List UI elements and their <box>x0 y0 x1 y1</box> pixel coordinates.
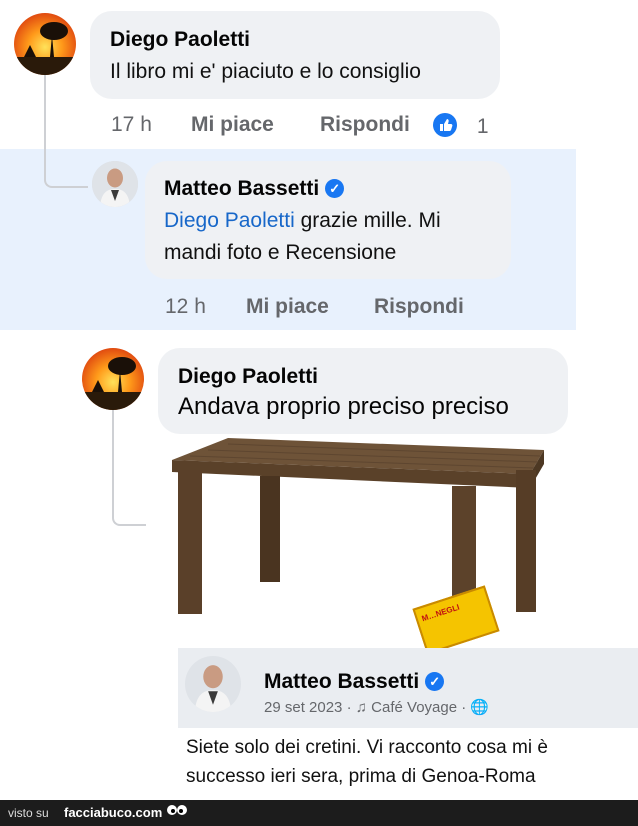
person-avatar-icon <box>185 656 241 712</box>
post-text-line: Siete solo dei cretini. Vi racconto cosa… <box>186 737 548 758</box>
avatar[interactable] <box>14 13 76 75</box>
comment-text: Il libro mi e' piaciuto e lo consiglio <box>110 60 421 83</box>
globe-icon: 🌐 <box>470 699 490 716</box>
watermark-site[interactable]: facciabuco.com <box>64 805 162 820</box>
comment-time[interactable]: 12 h <box>165 295 206 319</box>
author-name: Matteo Bassetti <box>264 670 420 693</box>
thumbs-up-icon <box>433 113 457 137</box>
post-author[interactable]: Matteo Bassetti ✓ <box>264 670 445 694</box>
comment-text-line: mandi foto e Recensione <box>164 241 397 264</box>
avatar[interactable] <box>82 348 144 410</box>
music-title[interactable]: Café Voyage <box>371 699 457 716</box>
comment-bubble[interactable]: Matteo Bassetti ✓ Diego Paoletti grazie m… <box>145 161 511 279</box>
person-avatar-icon <box>92 161 138 207</box>
like-label: Mi piace <box>191 113 274 136</box>
separator: · <box>346 699 356 716</box>
post-meta: 29 set 2023 · ♫ Café Voyage · 🌐 <box>264 698 489 716</box>
reply-label: Rispondi <box>320 113 410 136</box>
comment-text: Diego Paoletti grazie mille. Mi mandi fo… <box>164 205 504 269</box>
post-text-line: successo ieri sera, prima di Genoa-Roma <box>186 766 536 787</box>
reply-button[interactable]: Rispondi <box>320 113 410 137</box>
comment-author[interactable]: Diego Paoletti <box>110 28 250 52</box>
thread-connector-line <box>112 408 146 526</box>
like-button[interactable]: Mi piace <box>246 295 329 319</box>
sunset-tree-avatar-icon <box>82 348 144 410</box>
author-name: Matteo Bassetti <box>164 177 320 200</box>
music-note-icon: ♫ <box>355 699 367 716</box>
sunset-tree-avatar-icon <box>14 13 76 75</box>
reply-label: Rispondi <box>374 295 464 318</box>
verified-badge-icon: ✓ <box>425 672 445 691</box>
comment-bubble[interactable]: Diego Paoletti Il libro mi e' piaciuto e… <box>90 11 500 99</box>
like-button[interactable]: Mi piace <box>191 113 274 137</box>
reply-button[interactable]: Rispondi <box>374 295 464 319</box>
avatar[interactable] <box>92 161 138 207</box>
comment-author[interactable]: Matteo Bassetti ✓ <box>164 177 345 201</box>
wooden-table-image[interactable] <box>168 436 548 632</box>
comment-text-line: grazie mille. Mi <box>294 209 441 232</box>
verified-badge-icon: ✓ <box>325 179 345 198</box>
comment-text: Andava proprio preciso preciso <box>178 393 509 420</box>
like-label: Mi piace <box>246 295 329 318</box>
post-date[interactable]: 29 set 2023 <box>264 699 342 716</box>
reactions[interactable]: 1 <box>433 113 489 139</box>
watermark-prefix: visto su <box>8 806 49 820</box>
comment-time[interactable]: 17 h <box>111 113 152 137</box>
comment-author[interactable]: Diego Paoletti <box>178 365 318 389</box>
post-text: Siete solo dei cretini. Vi racconto cosa… <box>186 733 548 791</box>
reaction-count: 1 <box>476 115 489 138</box>
watermark-bar: visto su facciabuco.com <box>0 800 638 826</box>
eyes-logo-icon <box>167 805 187 815</box>
comment-bubble[interactable]: Diego Paoletti Andava proprio preciso pr… <box>158 348 568 434</box>
avatar[interactable] <box>185 656 241 712</box>
mention-link[interactable]: Diego Paoletti <box>164 209 295 232</box>
thread-connector-line <box>44 72 88 188</box>
